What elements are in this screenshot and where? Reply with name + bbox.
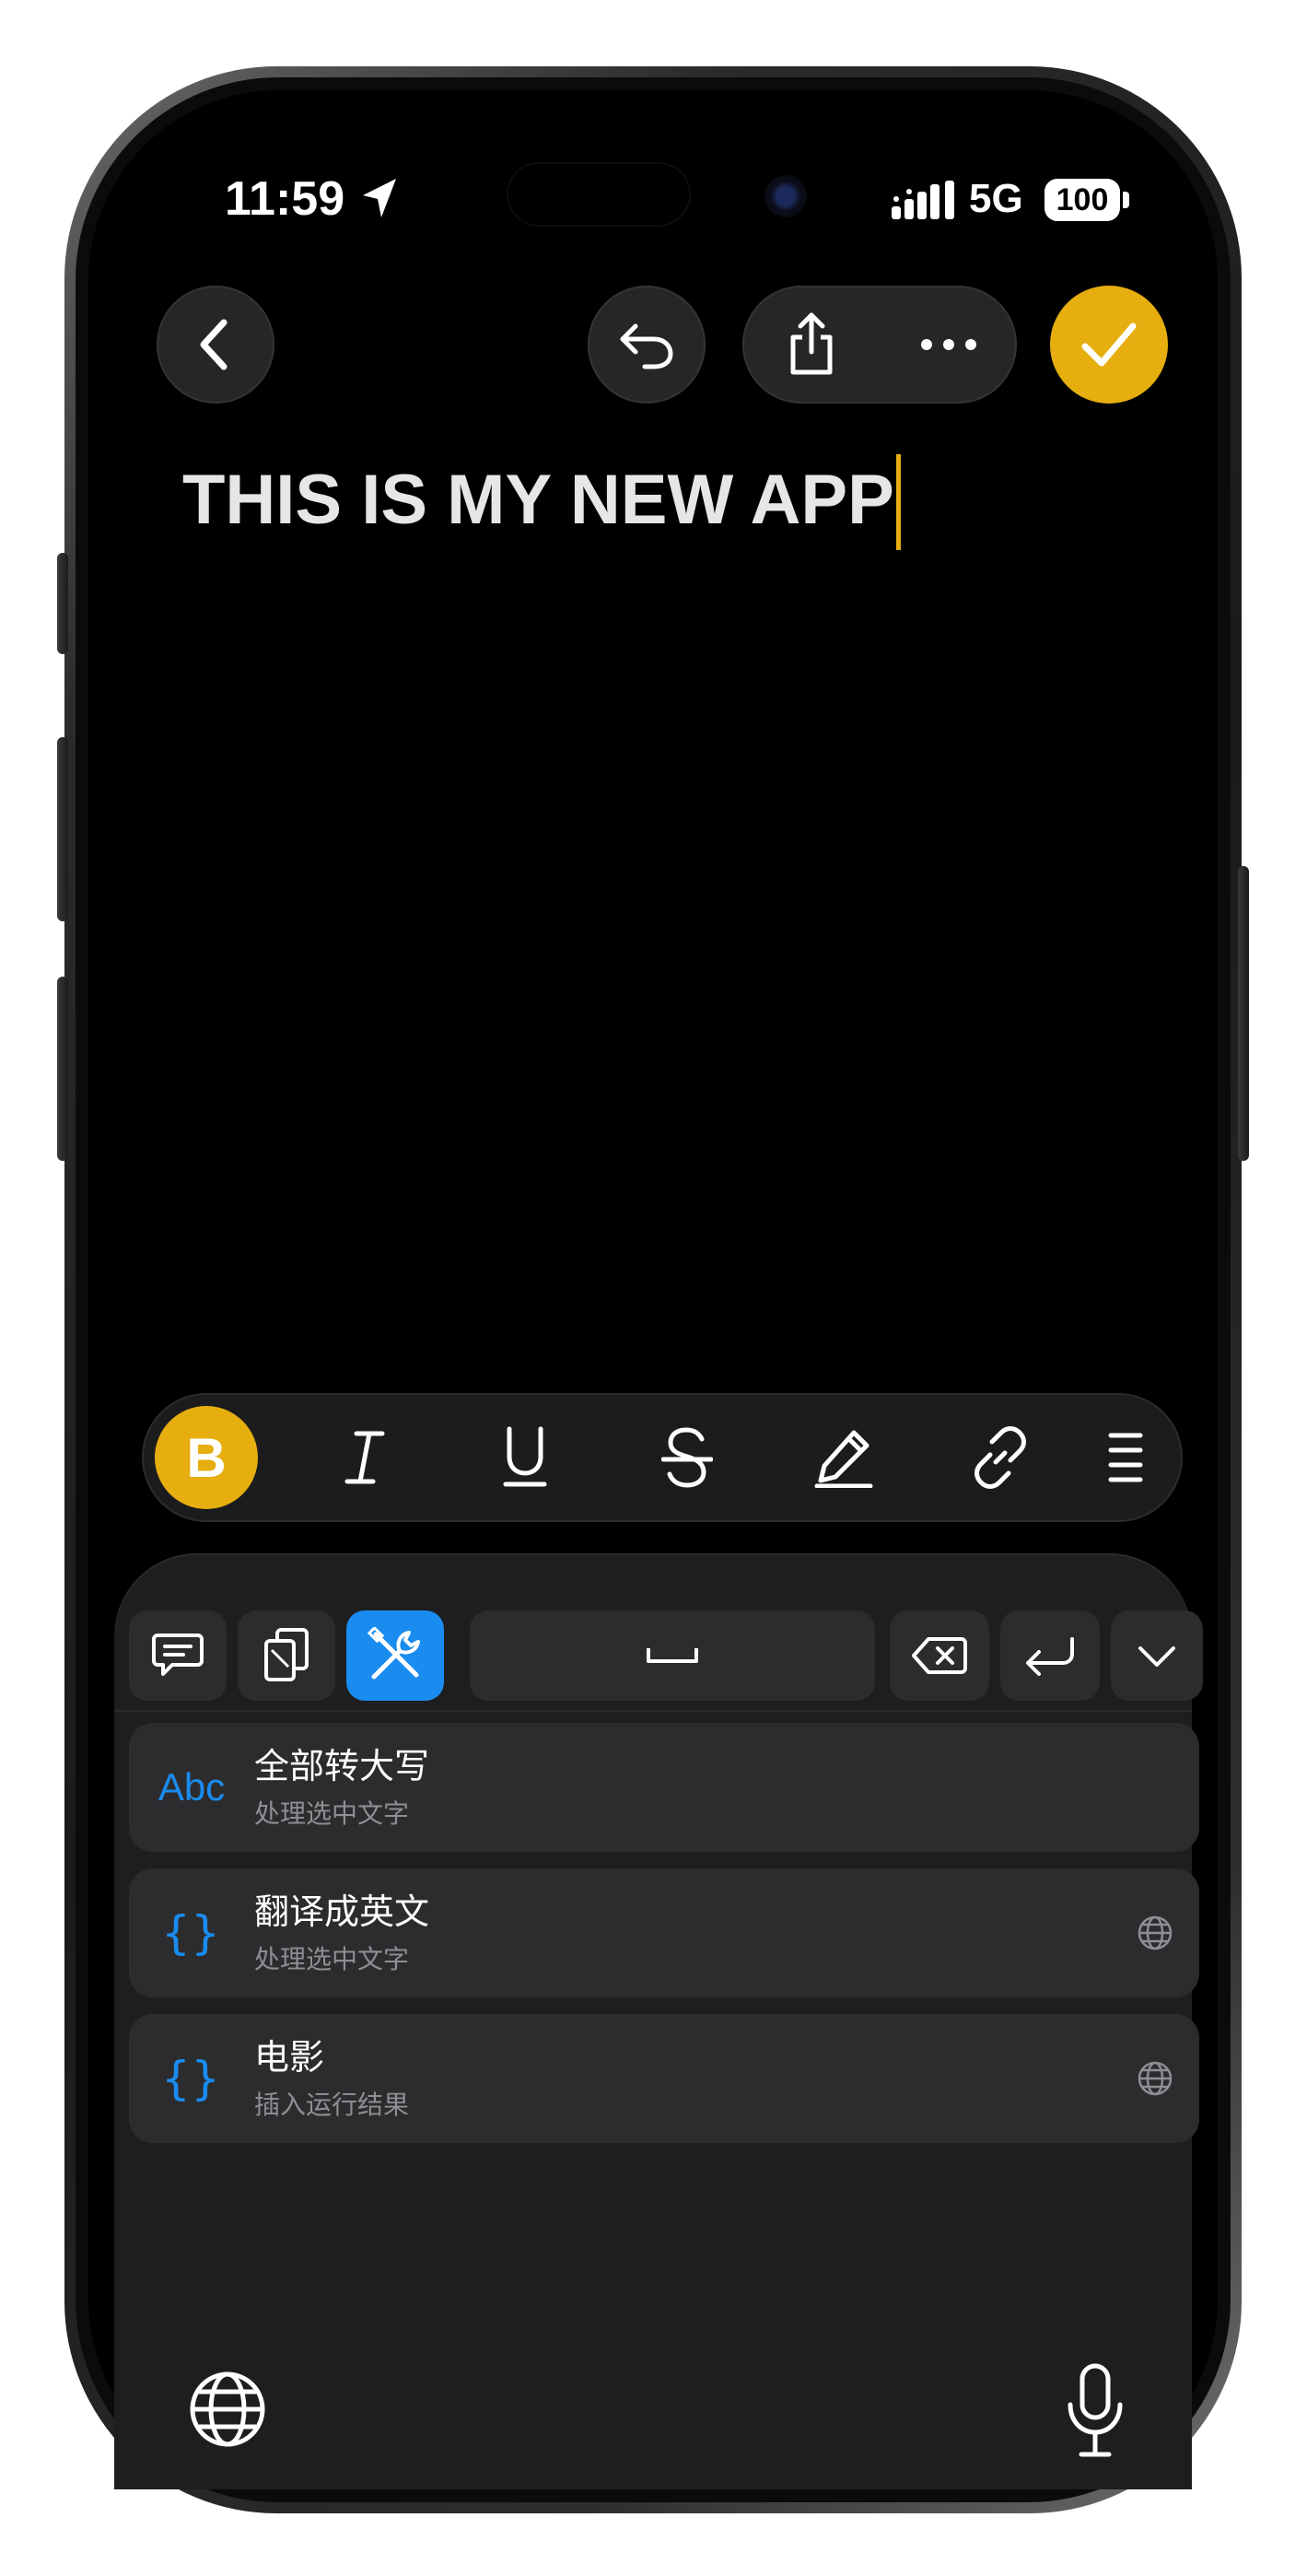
battery-indicator: 100: [1044, 179, 1120, 221]
confirm-button[interactable]: [1050, 286, 1168, 404]
highlighter-pen-icon: [814, 1430, 873, 1488]
battery-nub: [1123, 192, 1129, 208]
dismiss-keyboard-key[interactable]: [1111, 1610, 1203, 1701]
undo-icon: [620, 323, 673, 369]
tools-icon: [367, 1627, 420, 1680]
action-subtitle: 处理选中文字: [254, 1798, 410, 1829]
action-button: [57, 553, 68, 654]
abc-icon: Abc: [158, 1765, 226, 1809]
braces-icon: {}: [161, 1906, 222, 1960]
front-camera: [764, 175, 807, 217]
share-more-group: [742, 286, 1017, 404]
braces-icon: {}: [161, 2052, 222, 2105]
power-button: [1238, 866, 1249, 1161]
chevron-left-icon: [200, 319, 228, 370]
action-title: 全部转大写: [254, 1746, 430, 1786]
clipboard-icon: [264, 1628, 309, 1681]
comment-icon: [152, 1633, 204, 1676]
bold-label: B: [186, 1426, 227, 1489]
comment-key[interactable]: [129, 1610, 227, 1701]
action-title: 电影: [254, 2037, 325, 2078]
keyboard-divider: [114, 1710, 1192, 1712]
volume-down-button: [57, 977, 68, 1161]
microphone-icon[interactable]: [1063, 2362, 1127, 2464]
action-row-translate[interactable]: {} 翻译成英文 处理选中文字: [129, 1868, 1199, 1997]
checkmark-icon: [1081, 322, 1137, 367]
globe-icon: [1138, 1915, 1173, 1950]
document-title: THIS IS MY NEW APP: [182, 461, 894, 539]
bold-button[interactable]: B: [155, 1406, 258, 1509]
action-title: 翻译成英文: [254, 1891, 430, 1932]
text-caret: [895, 453, 901, 550]
action-row-movie[interactable]: {} 电影 插入运行结果: [129, 2014, 1199, 2143]
tools-key[interactable]: [346, 1610, 444, 1701]
share-icon: [790, 312, 832, 375]
location-arrow-icon: [363, 179, 396, 217]
return-key[interactable]: [1000, 1610, 1100, 1701]
italic-icon: [344, 1431, 385, 1484]
link-button[interactable]: [949, 1406, 1052, 1509]
back-button[interactable]: [157, 286, 274, 404]
share-button[interactable]: [742, 286, 880, 404]
space-key[interactable]: [470, 1610, 875, 1701]
action-subtitle: 处理选中文字: [254, 1944, 410, 1974]
return-icon: [1026, 1637, 1074, 1676]
strikethrough-icon: [661, 1427, 713, 1488]
delete-backward-icon: [912, 1637, 967, 1674]
highlighter-button[interactable]: [792, 1406, 895, 1509]
italic-button[interactable]: [313, 1406, 416, 1509]
space-icon: [647, 1648, 698, 1663]
network-type: 5G: [969, 176, 1023, 221]
dynamic-island: [507, 162, 691, 227]
delete-key[interactable]: [890, 1610, 989, 1701]
list-button[interactable]: [1081, 1406, 1170, 1509]
chevron-down-icon: [1138, 1646, 1175, 1667]
more-button[interactable]: [880, 286, 1017, 404]
list-icon: [1108, 1433, 1143, 1482]
keyboard-globe-icon[interactable]: [188, 2370, 267, 2449]
ellipsis-icon: [920, 339, 976, 350]
cellular-signal-icon: [892, 181, 954, 219]
clipboard-key[interactable]: [238, 1610, 335, 1701]
link-icon: [974, 1426, 1026, 1489]
document-text-line[interactable]: THIS IS MY NEW APP: [182, 450, 901, 551]
action-row-uppercase[interactable]: Abc 全部转大写 处理选中文字: [129, 1723, 1199, 1852]
format-toolbar: B: [142, 1393, 1183, 1522]
undo-button[interactable]: [588, 286, 706, 404]
strikethrough-button[interactable]: [636, 1406, 739, 1509]
underline-icon: [503, 1426, 547, 1487]
globe-icon: [1138, 2061, 1173, 2096]
action-subtitle: 插入运行结果: [254, 2090, 410, 2120]
volume-up-button: [57, 737, 68, 921]
underline-button[interactable]: [473, 1406, 577, 1509]
